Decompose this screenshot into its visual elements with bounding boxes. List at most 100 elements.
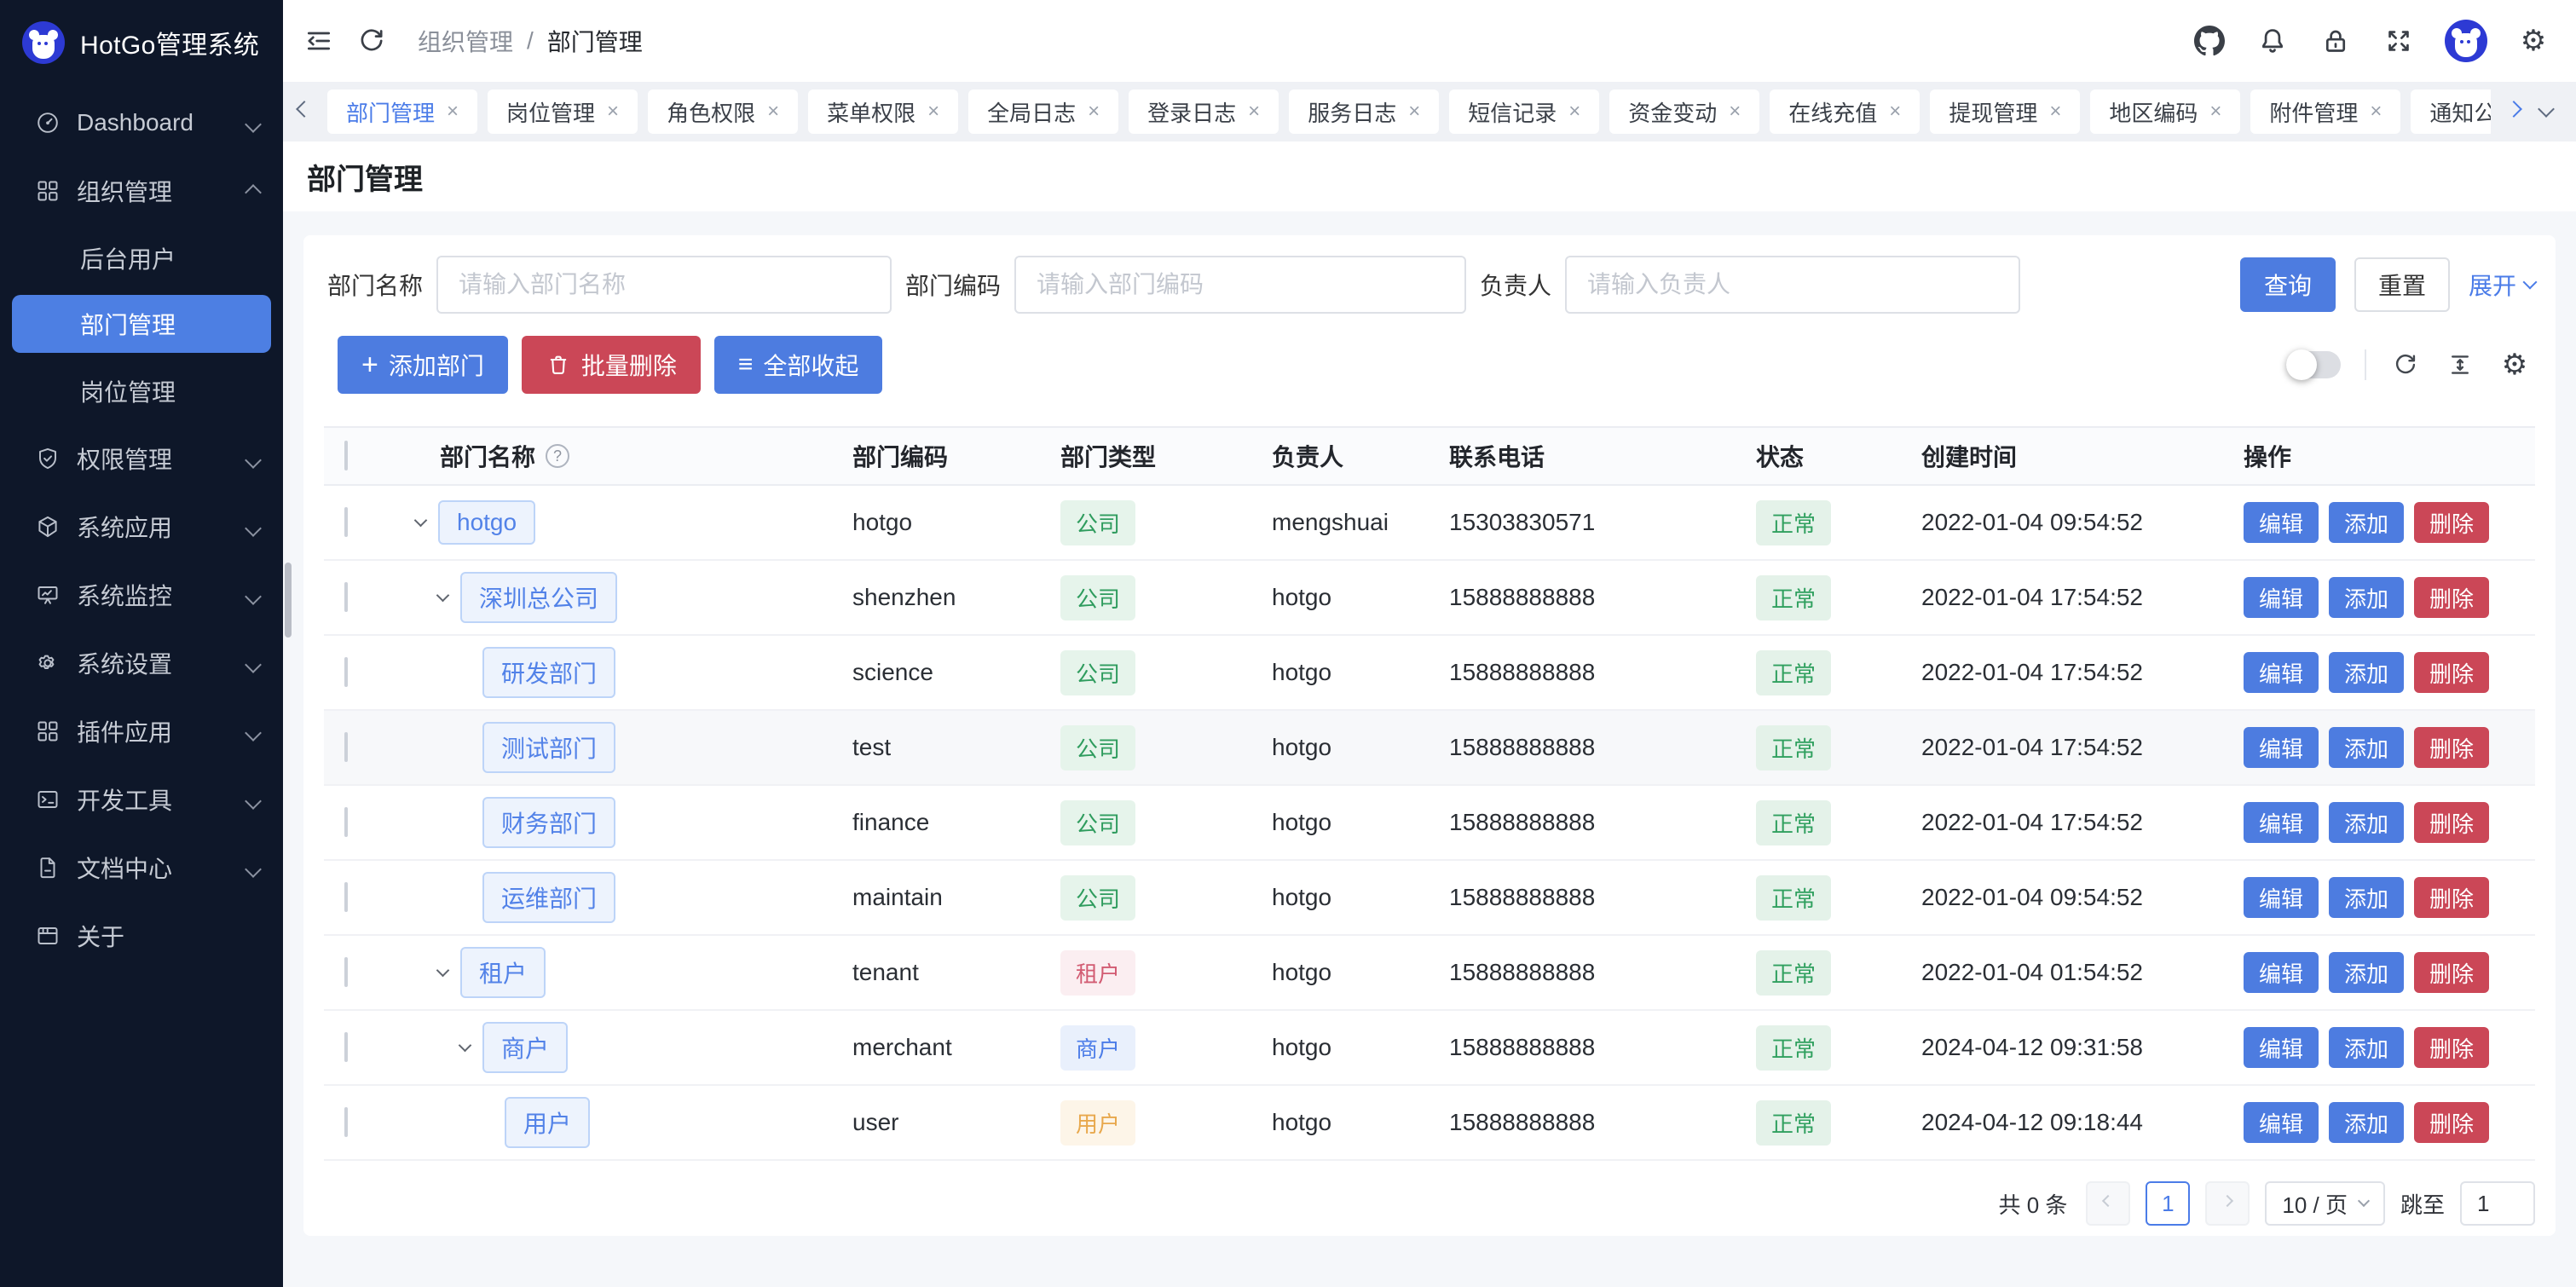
refresh-icon[interactable]: [355, 24, 389, 58]
next-page-button[interactable]: [2205, 1181, 2250, 1226]
tab[interactable]: 通知公告 ×: [2411, 89, 2491, 134]
dept-name-tag[interactable]: 用户: [505, 1097, 590, 1148]
row-checkbox[interactable]: [344, 957, 348, 987]
row-height-icon[interactable]: [2445, 349, 2475, 380]
row-checkbox[interactable]: [344, 507, 348, 537]
sidebar-item-dept-active[interactable]: 部门管理: [12, 295, 271, 353]
tab-close-icon[interactable]: ×: [1729, 101, 1741, 122]
add-button[interactable]: 添加: [2329, 952, 2404, 993]
row-checkbox[interactable]: [344, 1032, 348, 1062]
add-dept-button[interactable]: + 添加部门: [338, 336, 508, 394]
edit-button[interactable]: 编辑: [2244, 952, 2319, 993]
edit-button[interactable]: 编辑: [2244, 1102, 2319, 1143]
row-checkbox[interactable]: [344, 807, 348, 837]
collapse-all-button[interactable]: ≡ 全部收起: [714, 336, 883, 394]
page-size-select[interactable]: 10 / 页: [2265, 1181, 2385, 1226]
breadcrumb-parent[interactable]: 组织管理: [418, 24, 513, 58]
sidebar-item-backend-users[interactable]: 后台用户: [0, 225, 283, 291]
lock-icon[interactable]: [2319, 24, 2353, 58]
tabs-menu-icon[interactable]: [2537, 108, 2556, 115]
expand-link[interactable]: 展开: [2469, 268, 2535, 302]
add-button[interactable]: 添加: [2329, 877, 2404, 918]
sidebar-item-sysapp[interactable]: 系统应用: [0, 493, 283, 561]
dept-code-input[interactable]: [1014, 256, 1466, 314]
tab-close-icon[interactable]: ×: [2370, 101, 2382, 122]
reset-button[interactable]: 重置: [2354, 257, 2450, 312]
dept-name-input[interactable]: [436, 256, 892, 314]
delete-button[interactable]: 删除: [2414, 652, 2489, 693]
sidebar-item-dashboard[interactable]: Dashboard: [0, 89, 283, 157]
sidebar-item-sysset[interactable]: 系统设置: [0, 629, 283, 697]
tab[interactable]: 资金变动 ×: [1609, 89, 1759, 134]
query-button[interactable]: 查询: [2240, 257, 2336, 312]
tab-close-icon[interactable]: ×: [927, 101, 939, 122]
edit-button[interactable]: 编辑: [2244, 877, 2319, 918]
batch-delete-button[interactable]: 批量删除: [522, 336, 701, 394]
row-checkbox[interactable]: [344, 657, 348, 687]
prev-page-button[interactable]: [2086, 1181, 2130, 1226]
edit-button[interactable]: 编辑: [2244, 502, 2319, 543]
dept-name-tag[interactable]: hotgo: [438, 500, 535, 545]
tab-close-icon[interactable]: ×: [2049, 101, 2061, 122]
tab-close-icon[interactable]: ×: [1408, 101, 1420, 122]
sidebar-item-perm[interactable]: 权限管理: [0, 424, 283, 493]
tab[interactable]: 地区编码 ×: [2090, 89, 2240, 134]
tree-expand-icon[interactable]: [460, 1046, 482, 1050]
tab-close-icon[interactable]: ×: [1568, 101, 1580, 122]
add-button[interactable]: 添加: [2329, 1102, 2404, 1143]
tab[interactable]: 菜单权限 ×: [808, 89, 958, 134]
dept-name-tag[interactable]: 租户: [460, 947, 546, 998]
sidebar-item-plugin[interactable]: 插件应用: [0, 697, 283, 765]
delete-button[interactable]: 删除: [2414, 1102, 2489, 1143]
edit-button[interactable]: 编辑: [2244, 652, 2319, 693]
select-all-checkbox[interactable]: [344, 441, 348, 470]
dept-name-tag[interactable]: 商户: [482, 1022, 568, 1073]
owner-input[interactable]: [1565, 256, 2020, 314]
add-button[interactable]: 添加: [2329, 577, 2404, 618]
tab-close-icon[interactable]: ×: [2209, 101, 2221, 122]
edit-button[interactable]: 编辑: [2244, 802, 2319, 843]
add-button[interactable]: 添加: [2329, 1027, 2404, 1068]
dept-name-tag[interactable]: 运维部门: [482, 872, 615, 923]
user-avatar[interactable]: [2445, 20, 2487, 62]
tab-close-icon[interactable]: ×: [1088, 101, 1100, 122]
tab[interactable]: 在线充值 ×: [1770, 89, 1920, 134]
add-button[interactable]: 添加: [2329, 802, 2404, 843]
add-button[interactable]: 添加: [2329, 727, 2404, 768]
tab[interactable]: 短信记录 ×: [1449, 89, 1599, 134]
tree-expand-icon[interactable]: [416, 521, 438, 525]
sidebar-item-org[interactable]: 组织管理: [0, 157, 283, 225]
sidebar-item-devtool[interactable]: 开发工具: [0, 765, 283, 834]
dept-name-tag[interactable]: 研发部门: [482, 647, 615, 698]
delete-button[interactable]: 删除: [2414, 502, 2489, 543]
tab[interactable]: 服务日志 ×: [1289, 89, 1439, 134]
tabs-scroll-left-icon[interactable]: [295, 108, 314, 115]
delete-button[interactable]: 删除: [2414, 802, 2489, 843]
fullscreen-icon[interactable]: [2382, 24, 2416, 58]
sidebar-item-post[interactable]: 岗位管理: [0, 358, 283, 424]
dept-name-tag[interactable]: 测试部门: [482, 722, 615, 773]
tab[interactable]: 部门管理 ×: [327, 89, 477, 134]
dept-name-tag[interactable]: 深圳总公司: [460, 572, 617, 623]
tab[interactable]: 登录日志 ×: [1129, 89, 1279, 134]
jump-page-input[interactable]: [2460, 1181, 2535, 1226]
tree-expand-icon[interactable]: [438, 971, 460, 975]
sidebar-item-docs[interactable]: 文档中心: [0, 834, 283, 902]
delete-button[interactable]: 删除: [2414, 952, 2489, 993]
toggle-switch[interactable]: [2286, 351, 2341, 378]
edit-button[interactable]: 编辑: [2244, 1027, 2319, 1068]
tab-close-icon[interactable]: ×: [1889, 101, 1901, 122]
github-icon[interactable]: [2192, 24, 2227, 58]
delete-button[interactable]: 删除: [2414, 877, 2489, 918]
collapse-sidebar-icon[interactable]: [302, 24, 336, 58]
tab-close-icon[interactable]: ×: [1248, 101, 1260, 122]
current-page-button[interactable]: 1: [2146, 1181, 2190, 1226]
tab[interactable]: 提现管理 ×: [1930, 89, 2080, 134]
row-checkbox[interactable]: [344, 582, 348, 612]
delete-button[interactable]: 删除: [2414, 577, 2489, 618]
edit-button[interactable]: 编辑: [2244, 577, 2319, 618]
tabs-scroll-right-icon[interactable]: [2504, 108, 2523, 115]
help-icon[interactable]: ?: [546, 444, 569, 468]
edit-button[interactable]: 编辑: [2244, 727, 2319, 768]
bell-icon[interactable]: [2255, 24, 2290, 58]
